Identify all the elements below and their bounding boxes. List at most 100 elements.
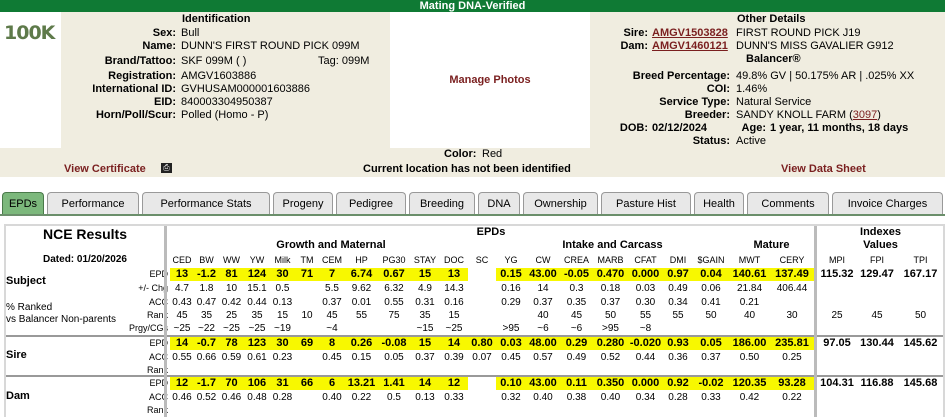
subject-epd-stay: 15 (410, 268, 440, 281)
sire-epd-tm: 69 (295, 337, 319, 350)
subject-prgy-milk: ~19 (274, 323, 291, 334)
dam-acc-ced: 0.46 (172, 392, 192, 403)
subject-chg-stay: 4.9 (418, 283, 432, 294)
subject-epd-bw: -1.2 (194, 268, 219, 281)
subject-prgy-ced: ~25 (173, 323, 191, 334)
subject-epd-tm: 71 (295, 268, 319, 281)
sire-acc-bw: 0.66 (196, 352, 217, 363)
subject-chg-cw: 14 (537, 283, 549, 294)
subject-rank-bw: 35 (200, 310, 213, 321)
column-divider (814, 226, 817, 417)
dam-acc-tpi (898, 391, 943, 404)
subject-rank-cw: 40 (537, 310, 549, 321)
dam-rank-cfat (628, 404, 663, 417)
epds-title: EPDs (476, 226, 506, 238)
dam-epd-ced: 12 (170, 377, 194, 390)
subject-epd-cery: 137.49 (770, 268, 814, 281)
sire-epd-tpi: 145.62 (903, 337, 938, 349)
dam-row-label-rank: Rank (146, 405, 168, 415)
subject-rank-marb: 50 (604, 310, 617, 321)
subject-prgy-dmi (663, 322, 693, 335)
dam-rank-fpi (856, 404, 898, 417)
subject-acc-dmi: 0.34 (668, 297, 688, 308)
dam-rank-doc (440, 404, 468, 417)
subject-chg-tm (295, 282, 319, 295)
dam-rank-bw (194, 404, 219, 417)
column-header-doc: DOC (444, 255, 464, 265)
sire-acc-cw: 0.57 (533, 352, 553, 363)
sire-epd-sc: 0.80 (468, 337, 496, 350)
dam-rank-yg (496, 404, 526, 417)
sire-epd-ww: 78 (219, 337, 244, 350)
dam-acc-mwt: 0.42 (739, 392, 760, 403)
sire-acc-dmi: 0.36 (668, 352, 688, 363)
dam-acc-yg: 0.32 (501, 392, 521, 403)
subject-epd-doc: 13 (440, 268, 468, 281)
subject-prgy-cfat: ~8 (639, 323, 652, 334)
dam-rank-cw (526, 404, 560, 417)
subject-rank-stay: 35 (419, 310, 431, 321)
subject-epd-milk: 30 (270, 268, 295, 281)
subject-acc-stay: 0.31 (415, 297, 435, 308)
dam-acc-pg30: 0.5 (387, 392, 401, 403)
dam-acc-fpi (856, 391, 898, 404)
intake-carcass-header: Intake and Carcass (562, 239, 663, 251)
row-divider (6, 375, 943, 377)
subject-prgy-tpi (898, 322, 943, 335)
subject-chg-dmi: 0.49 (668, 283, 688, 294)
column-header-tm: TM (300, 255, 314, 265)
subject-epd-cw: 43.00 (526, 268, 560, 281)
subject-epd-crea: -0.05 (560, 268, 593, 281)
subject-acc-cfat: 0.30 (635, 297, 656, 308)
subject-acc-milk: 0.13 (272, 297, 293, 308)
dam-epd-stay: 14 (410, 377, 440, 390)
subject-rank-ww: 25 (225, 310, 238, 321)
subject-rank-yg (496, 309, 526, 322)
subject-rank-cfat: 55 (639, 310, 652, 321)
dam-epd-fpi: 116.88 (860, 377, 894, 389)
row-label-acc: ACC (148, 297, 168, 307)
dam-acc-marb: 0.40 (600, 392, 621, 403)
column-header-yw: YW (249, 255, 265, 265)
dam-rank-gain (693, 404, 729, 417)
column-header-cfat: CFAT (634, 255, 657, 265)
dam-row-label: Dam (6, 390, 30, 402)
subject-chg-gain: 0.06 (701, 283, 721, 294)
dam-acc-ww: 0.46 (221, 392, 242, 403)
subject-epd-cem: 7 (319, 268, 345, 281)
dam-epd-cery: 93.28 (770, 377, 814, 390)
sire-acc-cery: 0.25 (782, 352, 802, 363)
dam-epd-cem: 6 (319, 377, 345, 390)
subject-rank-dmi: 55 (672, 310, 684, 321)
subject-rank-tm: 10 (301, 310, 313, 321)
dam-acc-yw: 0.48 (247, 392, 267, 403)
subject-epd-cfat: 0.000 (628, 268, 663, 281)
subject-rank-mpi: 25 (831, 310, 843, 321)
sire-epd-fpi: 130.44 (860, 337, 894, 349)
subject-epd-tpi: 167.17 (903, 268, 938, 280)
subject-chg-ww: 10 (225, 283, 238, 294)
subject-prgy-hp (345, 322, 378, 335)
dam-rank-pg30 (378, 404, 410, 417)
dam-epd-sc (468, 377, 496, 390)
sire-epd-marb: 0.280 (593, 337, 628, 350)
row-label-prgy: Prgy/CGs (128, 323, 168, 333)
dam-epd-tpi: 145.68 (903, 377, 938, 389)
sire-epd-pg30: -0.08 (378, 337, 410, 350)
subject-rank-milk: 15 (276, 310, 289, 321)
subject-acc-marb: 0.37 (600, 297, 621, 308)
subject-acc-tm (295, 296, 319, 309)
sire-epd-mwt: 186.00 (729, 337, 770, 350)
sire-epd-hp: 0.26 (345, 337, 378, 350)
subject-acc-ww: 0.42 (221, 297, 242, 308)
subject-prgy-yg: >95 (502, 323, 520, 334)
subject-chg-ced: 4.7 (175, 283, 189, 294)
subject-prgy-marb: >95 (602, 323, 619, 334)
dam-epd-mpi: 104.31 (820, 377, 854, 389)
column-header-ww: WW (223, 255, 240, 265)
subject-prgy-cery (770, 322, 814, 335)
dam-rank-sc (468, 404, 496, 417)
subject-epd-mpi: 115.32 (820, 268, 854, 280)
dam-epd-ww: 70 (219, 377, 244, 390)
subject-chg-cery: 406.44 (776, 283, 808, 294)
